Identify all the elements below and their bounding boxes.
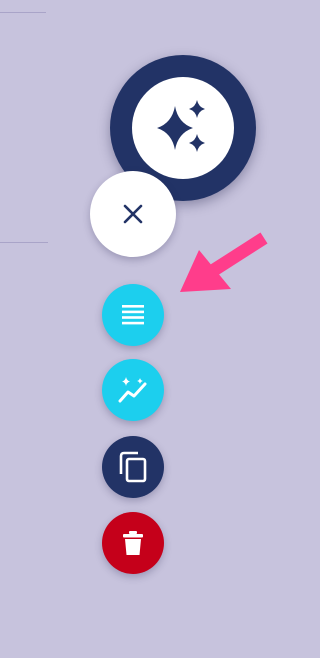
close-button[interactable]	[90, 171, 176, 257]
sparkles-icon	[157, 100, 205, 152]
top-divider	[0, 12, 46, 13]
trash-icon	[123, 531, 143, 555]
close-icon	[123, 204, 143, 224]
list-icon	[122, 305, 144, 325]
sparkles-fab-inner	[132, 77, 234, 179]
copy-icon	[119, 451, 147, 483]
trending-sparkle-icon	[118, 377, 147, 403]
list-button[interactable]	[102, 284, 164, 346]
middle-divider	[0, 242, 48, 243]
delete-button[interactable]	[102, 512, 164, 574]
copy-button[interactable]	[102, 436, 164, 498]
trend-insights-button[interactable]	[102, 359, 164, 421]
pointer-arrow-icon	[180, 232, 268, 292]
